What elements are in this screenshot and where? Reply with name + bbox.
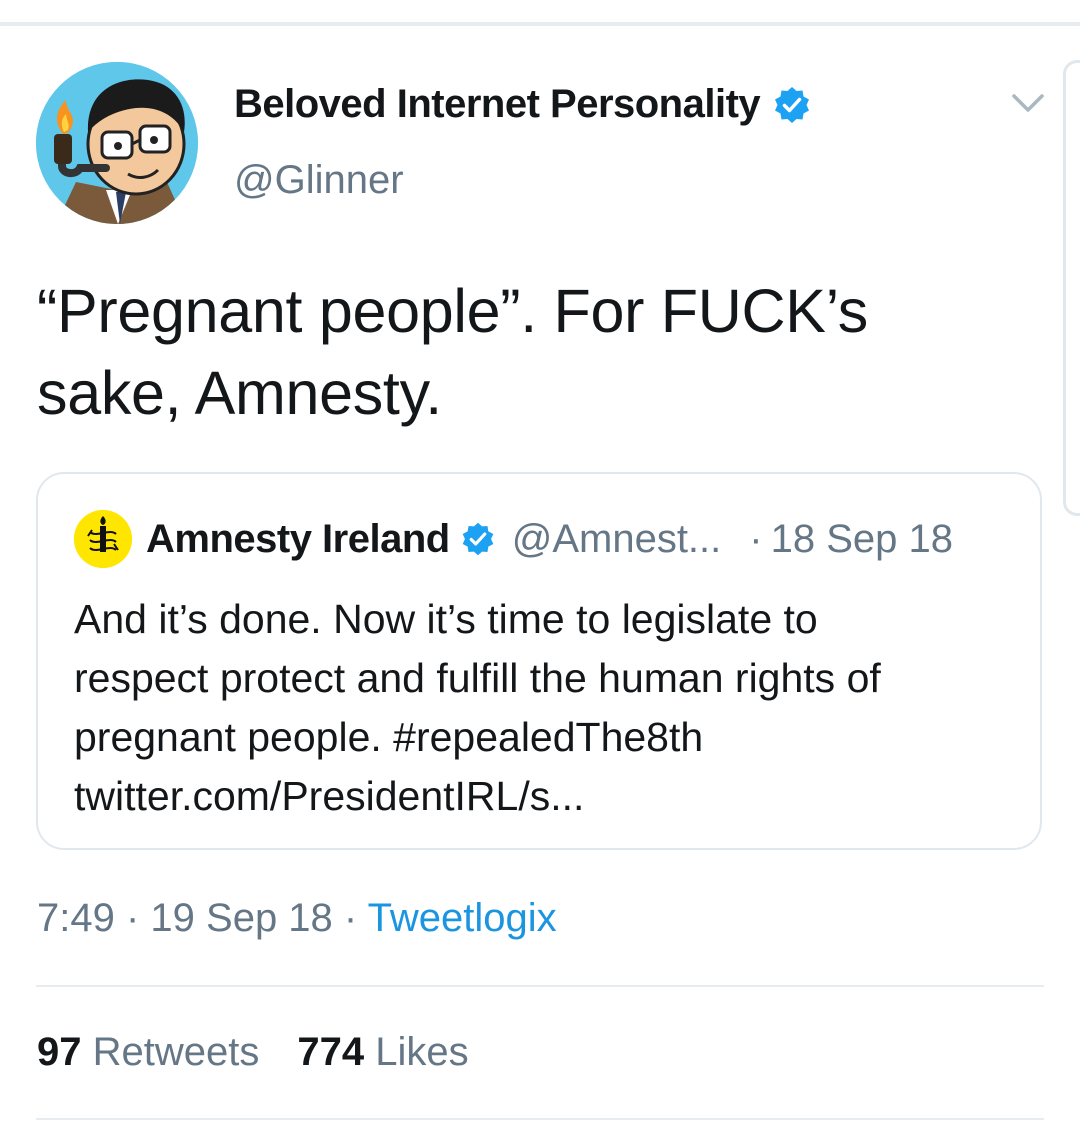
retweets-count: 97 [37, 1030, 82, 1074]
quoted-tweet-card[interactable]: Amnesty Ireland @Amnest... · 18 Sep 18 A… [36, 472, 1042, 850]
quoted-text-line: respect protect and fulfill the human ri… [74, 655, 881, 701]
quoted-handle: @Amnest... [511, 516, 722, 561]
quoted-author-avatar [74, 510, 132, 568]
quoted-text-line: pregnant people. #repealedThe8th [74, 714, 704, 760]
quoted-separator: · [749, 516, 763, 561]
quoted-tweet-text: And it’s done. Now it’s time to legislat… [74, 590, 1004, 826]
tweet-date: 19 Sep 18 [150, 896, 333, 940]
author-display-name-row[interactable]: Beloved Internet Personality [234, 82, 812, 127]
chevron-down-icon[interactable] [1010, 92, 1046, 116]
quoted-text-line: And it’s done. Now it’s time to legislat… [74, 596, 818, 642]
author-avatar[interactable] [36, 62, 198, 224]
quoted-date: 18 Sep 18 [770, 516, 953, 561]
likes-stat[interactable]: 774 Likes [297, 1030, 468, 1074]
side-scroll-edge [1063, 60, 1080, 516]
tweet-stats: 97 Retweets 774 Likes [37, 1030, 469, 1075]
quoted-display-name: Amnesty Ireland [146, 516, 450, 561]
tweet-source-link[interactable]: Tweetlogix [368, 896, 557, 940]
cartoon-pipe-avatar-icon [36, 62, 198, 224]
meta-separator: · [332, 896, 368, 940]
retweets-stat[interactable]: 97 Retweets [37, 1030, 259, 1074]
tweet-detail-screen: Beloved Internet Personality @Glinner “P… [0, 0, 1080, 1136]
tweet-text-line: “Pregnant people”. For FUCK’s [37, 277, 868, 345]
retweets-label: Retweets [92, 1030, 260, 1074]
meta-separator: · [114, 896, 151, 940]
author-display-name[interactable]: Beloved Internet Personality [234, 82, 761, 127]
quoted-tweet-header: Amnesty Ireland @Amnest... · 18 Sep 18 [146, 510, 953, 568]
verified-badge-icon [775, 86, 810, 123]
likes-count: 774 [297, 1030, 365, 1074]
stats-bottom-divider [36, 1118, 1044, 1120]
author-handle[interactable]: @Glinner [234, 158, 404, 203]
verified-badge-icon [462, 522, 494, 556]
tweet-time: 7:49 [37, 896, 115, 940]
amnesty-candle-logo-icon [74, 510, 132, 568]
top-divider [0, 22, 1080, 26]
stats-top-divider [36, 985, 1044, 987]
tweet-text-line: sake, Amnesty. [37, 359, 442, 427]
tweet-meta: 7:49 · 19 Sep 18 · Tweetlogix [37, 896, 557, 941]
tweet-text: “Pregnant people”. For FUCK’s sake, Amne… [37, 270, 1027, 434]
quoted-text-line: twitter.com/PresidentIRL/s... [74, 773, 585, 819]
likes-label: Likes [375, 1030, 469, 1074]
